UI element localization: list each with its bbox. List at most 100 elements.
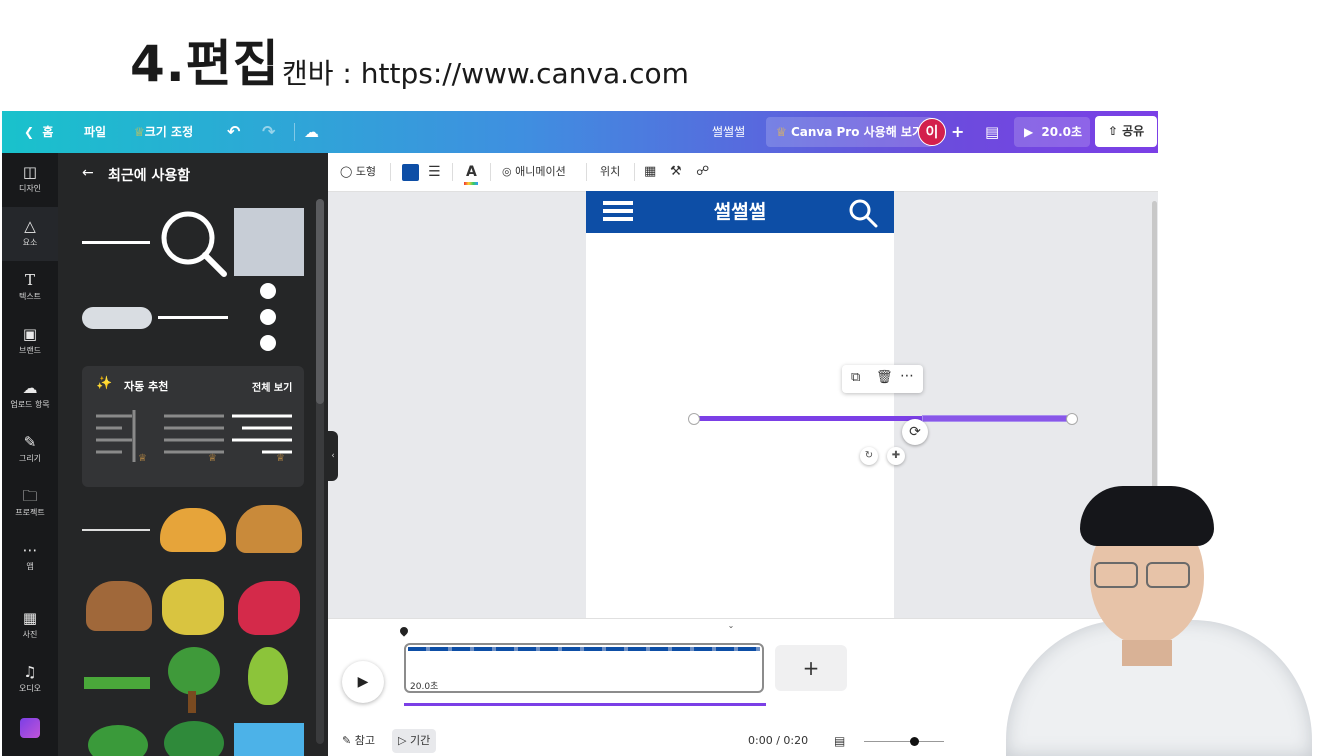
shape-button[interactable]: ◯ 도형 <box>340 153 376 191</box>
selection-box <box>922 415 1072 422</box>
redo-icon[interactable]: ↷ <box>262 111 275 153</box>
top-bar: ❮ 홈 파일 ♕크기 조정 ↶ ↷ ☁ 썰썰썰 ♕ Canva Pro 사용해 … <box>2 111 1158 153</box>
canva-pro-button[interactable]: ♕ Canva Pro 사용해 보기 <box>766 117 934 147</box>
page-header-bar[interactable]: 썰썰썰 <box>586 191 894 233</box>
rail-item-draw[interactable]: ✎ 그리기 <box>2 423 58 477</box>
timeline-clip[interactable]: 20.0초 <box>404 643 764 693</box>
move-icon[interactable]: ✚ <box>887 447 905 465</box>
recent-pill-element[interactable] <box>82 307 152 329</box>
color-swatch-button[interactable] <box>402 164 419 181</box>
recent-line-element[interactable] <box>158 316 228 319</box>
transparency-icon[interactable]: ▦ <box>644 153 656 191</box>
menu-dot-element[interactable] <box>260 335 276 351</box>
line-start-handle[interactable] <box>688 413 700 425</box>
canva-pro-label: Canva Pro 사용해 보기 <box>790 125 924 139</box>
rotate-handle-icon[interactable]: ⟳ <box>902 419 928 445</box>
zoom-slider-thumb[interactable] <box>910 737 919 746</box>
design-page[interactable]: 썰썰썰 <box>586 191 894 618</box>
lion-sticker[interactable] <box>86 581 152 631</box>
recent-line-element[interactable] <box>82 241 150 244</box>
text-color-icon[interactable]: A <box>466 153 477 191</box>
rail-item-elements[interactable]: △ 요소 <box>2 207 58 261</box>
chevron-down-icon[interactable]: ⌄ <box>720 621 742 631</box>
lock-icon[interactable]: ☍ <box>696 153 709 191</box>
lion-sticker[interactable] <box>236 505 302 553</box>
animation-icon: ◎ <box>502 165 512 178</box>
rail-item-text[interactable]: T 텍스트 <box>2 261 58 315</box>
canvas-scrollbar[interactable] <box>1152 201 1157 491</box>
playhead-marker[interactable] <box>398 625 410 637</box>
resize-label: 크기 조정 <box>144 125 194 139</box>
recent-line-element[interactable] <box>82 529 150 531</box>
collapse-panel-handle[interactable]: ‹ <box>328 431 338 481</box>
avatar[interactable]: 이 <box>918 118 946 146</box>
rail-item-apps[interactable]: ⋯ 앱 <box>2 531 58 585</box>
butterfly-sticker[interactable] <box>162 579 224 635</box>
rotate-icon[interactable]: ↻ <box>860 447 878 465</box>
home-button[interactable]: ❮ 홈 <box>24 111 53 153</box>
notes-button[interactable]: ✎ 참고 <box>336 729 381 753</box>
play-button[interactable]: ▶ <box>342 661 384 703</box>
document-title[interactable]: 썰썰썰 <box>712 111 745 153</box>
add-page-button[interactable]: + <box>775 645 847 691</box>
search-icon[interactable] <box>158 208 228 278</box>
bird-sticker[interactable] <box>238 581 300 635</box>
sky-photo[interactable] <box>234 723 304 756</box>
shapes-icon: △ <box>24 217 36 235</box>
svg-text:♕: ♕ <box>208 453 217 464</box>
sparkle-icon: ✨ <box>96 376 113 391</box>
see-all-link[interactable]: 전체 보기 <box>252 379 292 394</box>
pen-icon: ✎ <box>23 433 37 451</box>
rail-item-photos[interactable]: ▦ 사진 <box>2 599 58 653</box>
present-button[interactable]: ▶ 20.0초 <box>1014 117 1090 147</box>
trash-icon[interactable]: 🗑 <box>876 370 893 385</box>
paint-format-icon[interactable]: ⚒ <box>670 153 682 191</box>
timeline-progress <box>404 703 766 706</box>
rail-item-brand[interactable]: ▣ 브랜드 <box>2 315 58 369</box>
recent-rectangle-element[interactable] <box>234 208 304 276</box>
undo-icon[interactable]: ↶ <box>227 111 240 153</box>
rail-item-projects[interactable]: 🗀 프로젝트 <box>2 477 58 531</box>
animation-button[interactable]: ◎ 애니메이션 <box>502 153 566 191</box>
back-arrow-icon[interactable]: ← <box>82 165 94 181</box>
rail-item-uploads[interactable]: ☁ 업로드 항목 <box>2 369 58 423</box>
rail-item-design[interactable]: ◫ 디자인 <box>2 153 58 207</box>
resize-button[interactable]: ♕크기 조정 <box>134 111 193 153</box>
rail-item-audio[interactable]: ♫ 오디오 <box>2 653 58 707</box>
panel-scrollbar[interactable] <box>316 199 324 744</box>
tree-sticker[interactable] <box>248 647 288 705</box>
file-menu[interactable]: 파일 <box>84 111 106 153</box>
scrollbar-thumb[interactable] <box>316 199 324 404</box>
svg-text:♕: ♕ <box>138 453 147 464</box>
share-button[interactable]: ⇧ 공유 <box>1095 116 1157 147</box>
text-icon: T <box>24 271 35 289</box>
lion-cub-sticker[interactable] <box>160 508 226 552</box>
rail-label: 텍스트 <box>18 292 42 301</box>
slide-subtitle: 캔바 : https://www.canva.com <box>282 57 689 90</box>
search-icon[interactable] <box>848 198 878 228</box>
menu-dot-element[interactable] <box>260 283 276 299</box>
position-button[interactable]: 위치 <box>600 153 620 191</box>
rail-label: 프로젝트 <box>15 508 45 517</box>
menu-dot-element[interactable] <box>260 309 276 325</box>
duration-button[interactable]: ▷ 기간 <box>392 729 437 753</box>
bush-sticker[interactable] <box>164 721 224 756</box>
cloud-save-icon[interactable]: ☁ <box>304 111 319 153</box>
shape-label: 도형 <box>355 165 377 178</box>
rail-label: 앱 <box>26 562 34 571</box>
bush-sticker[interactable] <box>88 725 148 756</box>
zoom-slider-track[interactable] <box>864 741 944 742</box>
tree-sticker[interactable] <box>168 647 220 695</box>
duration-label: 기간 <box>409 734 431 747</box>
align-lines-graphic[interactable]: ♕ ♕ ♕ <box>92 406 292 466</box>
duplicate-icon[interactable]: ⧉ <box>851 370 860 385</box>
insights-chart-icon[interactable]: ▤ <box>985 111 999 153</box>
line-weight-icon[interactable]: ☰ <box>428 153 441 191</box>
line-end-handle[interactable] <box>1066 413 1078 425</box>
add-collaborator-icon[interactable]: + <box>951 111 964 153</box>
grass-sticker[interactable] <box>84 677 150 689</box>
more-options-icon[interactable]: ⋯ <box>900 368 914 384</box>
grid-view-icon[interactable]: ▤ <box>834 731 845 751</box>
cloud-upload-icon: ☁ <box>22 379 38 397</box>
app-logo-icon[interactable] <box>20 718 40 738</box>
